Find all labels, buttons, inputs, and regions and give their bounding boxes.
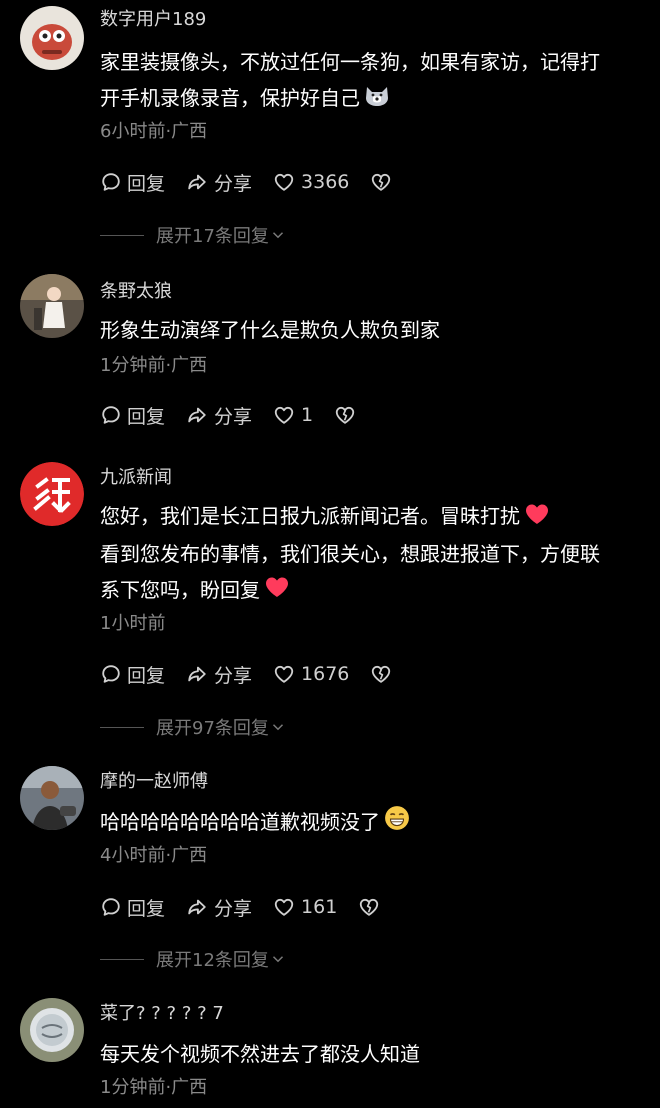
comment-bubble-icon xyxy=(100,404,122,426)
reply-label: 回复 xyxy=(127,897,166,920)
comment-text: 您好，我们是长江日报九派新闻记者。冒昧打扰 看到您发布的事情，我们很关心，想跟进… xyxy=(100,498,640,609)
username[interactable]: 条野太狼 xyxy=(100,280,172,304)
share-button[interactable]: 分享 xyxy=(185,894,252,921)
username[interactable]: 九派新闻 xyxy=(100,466,172,490)
share-arrow-icon xyxy=(185,171,209,193)
comment-meta: 6小时前·广西 xyxy=(100,121,208,142)
divider xyxy=(100,726,144,728)
broken-heart-icon xyxy=(369,663,393,685)
comment-line: 哈哈哈哈哈哈哈哈道歉视频没了 xyxy=(100,804,640,842)
red-heart-emoji-icon xyxy=(264,573,290,609)
grin-emoji-icon xyxy=(384,805,410,842)
reply-label: 回复 xyxy=(127,405,166,428)
broken-heart-icon xyxy=(357,896,381,918)
chevron-down-icon xyxy=(269,226,287,244)
share-label: 分享 xyxy=(214,405,253,428)
heart-outline-icon xyxy=(272,404,296,426)
like-button[interactable]: 161 xyxy=(272,896,337,918)
share-button[interactable]: 分享 xyxy=(185,169,252,196)
username[interactable]: 菜了? ? ? ? ? 7 xyxy=(100,1002,224,1026)
chevron-down-icon xyxy=(269,718,287,736)
comment-line: 系下您吗，盼回复 xyxy=(100,572,640,610)
like-count: 161 xyxy=(301,896,338,918)
action-bar: 回复 分享 1676 xyxy=(100,660,418,688)
like-button[interactable]: 3366 xyxy=(272,171,349,193)
divider xyxy=(100,234,144,236)
avatar[interactable] xyxy=(20,6,84,70)
dislike-button[interactable] xyxy=(369,171,398,193)
red-heart-emoji-icon xyxy=(524,500,550,536)
husky-emoji-icon xyxy=(364,82,390,118)
comment-line: 家里装摄像头，不放过任何一条狗，如果有家访，记得打 xyxy=(100,50,600,74)
dislike-button[interactable] xyxy=(369,663,398,685)
share-label: 分享 xyxy=(214,172,253,195)
expand-replies-button[interactable]: 展开97条回复 xyxy=(100,714,287,740)
share-label: 分享 xyxy=(214,664,253,687)
avatar[interactable] xyxy=(20,462,84,526)
like-button[interactable]: 1 xyxy=(272,404,313,426)
comment-text: 每天发个视频不然进去了都没人知道 xyxy=(100,1036,640,1072)
share-label: 分享 xyxy=(214,897,253,920)
username[interactable]: 数字用户189 xyxy=(100,8,206,32)
like-count: 1676 xyxy=(301,663,350,685)
comment-feed: 数字用户189 家里装摄像头，不放过任何一条狗，如果有家访，记得打 开手机录像录… xyxy=(0,0,660,1108)
comment-meta: 1小时前 xyxy=(100,613,166,634)
expand-replies-button[interactable]: 展开17条回复 xyxy=(100,222,287,248)
heart-outline-icon xyxy=(272,171,296,193)
comment-bubble-icon xyxy=(100,896,122,918)
comment-meta: 1分钟前·广西 xyxy=(100,1077,208,1098)
heart-outline-icon xyxy=(272,896,296,918)
share-arrow-icon xyxy=(185,896,209,918)
expand-replies-button[interactable]: 展开12条回复 xyxy=(100,946,287,972)
reply-button[interactable]: 回复 xyxy=(100,661,165,688)
comment-text: 家里装摄像头，不放过任何一条狗，如果有家访，记得打 开手机录像录音，保护好自己 xyxy=(100,44,640,118)
comment-text: 形象生动演绎了什么是欺负人欺负到家 xyxy=(100,312,640,348)
expand-replies-label: 展开12条回复 xyxy=(156,950,269,971)
comment-meta: 4小时前·广西 xyxy=(100,845,208,866)
chevron-down-icon xyxy=(269,950,287,968)
dislike-button[interactable] xyxy=(357,896,386,918)
action-bar: 回复 分享 1 xyxy=(100,401,382,429)
reply-label: 回复 xyxy=(127,172,166,195)
reply-button[interactable]: 回复 xyxy=(100,894,165,921)
broken-heart-icon xyxy=(369,171,393,193)
avatar[interactable] xyxy=(20,274,84,338)
action-bar: 回复 分享 3366 xyxy=(100,168,418,196)
share-arrow-icon xyxy=(185,663,209,685)
reply-button[interactable]: 回复 xyxy=(100,169,165,196)
avatar[interactable] xyxy=(20,998,84,1062)
comment-line: 形象生动演绎了什么是欺负人欺负到家 xyxy=(100,318,440,342)
like-count: 1 xyxy=(301,404,314,426)
reply-label: 回复 xyxy=(127,664,166,687)
reply-button[interactable]: 回复 xyxy=(100,402,165,429)
comment-line: 开手机录像录音，保护好自己 xyxy=(100,80,640,118)
comment-text: 哈哈哈哈哈哈哈哈道歉视频没了 xyxy=(100,804,640,842)
divider xyxy=(100,958,144,960)
like-button[interactable]: 1676 xyxy=(272,663,349,685)
expand-replies-label: 展开97条回复 xyxy=(156,718,269,739)
comment-line: 每天发个视频不然进去了都没人知道 xyxy=(100,1042,420,1066)
heart-outline-icon xyxy=(272,663,296,685)
action-bar: 回复 分享 161 xyxy=(100,893,406,921)
share-button[interactable]: 分享 xyxy=(185,402,252,429)
comment-bubble-icon xyxy=(100,663,122,685)
username[interactable]: 摩的一赵师傅 xyxy=(100,770,208,794)
expand-replies-label: 展开17条回复 xyxy=(156,226,269,247)
avatar[interactable] xyxy=(20,766,84,830)
like-count: 3366 xyxy=(301,171,350,193)
comment-bubble-icon xyxy=(100,171,122,193)
share-arrow-icon xyxy=(185,404,209,426)
comment-line: 您好，我们是长江日报九派新闻记者。冒昧打扰 xyxy=(100,498,640,536)
comment-line: 看到您发布的事情，我们很关心，想跟进报道下，方便联 xyxy=(100,541,600,566)
broken-heart-icon xyxy=(333,404,357,426)
comment-meta: 1分钟前·广西 xyxy=(100,355,208,376)
dislike-button[interactable] xyxy=(333,404,362,426)
share-button[interactable]: 分享 xyxy=(185,661,252,688)
